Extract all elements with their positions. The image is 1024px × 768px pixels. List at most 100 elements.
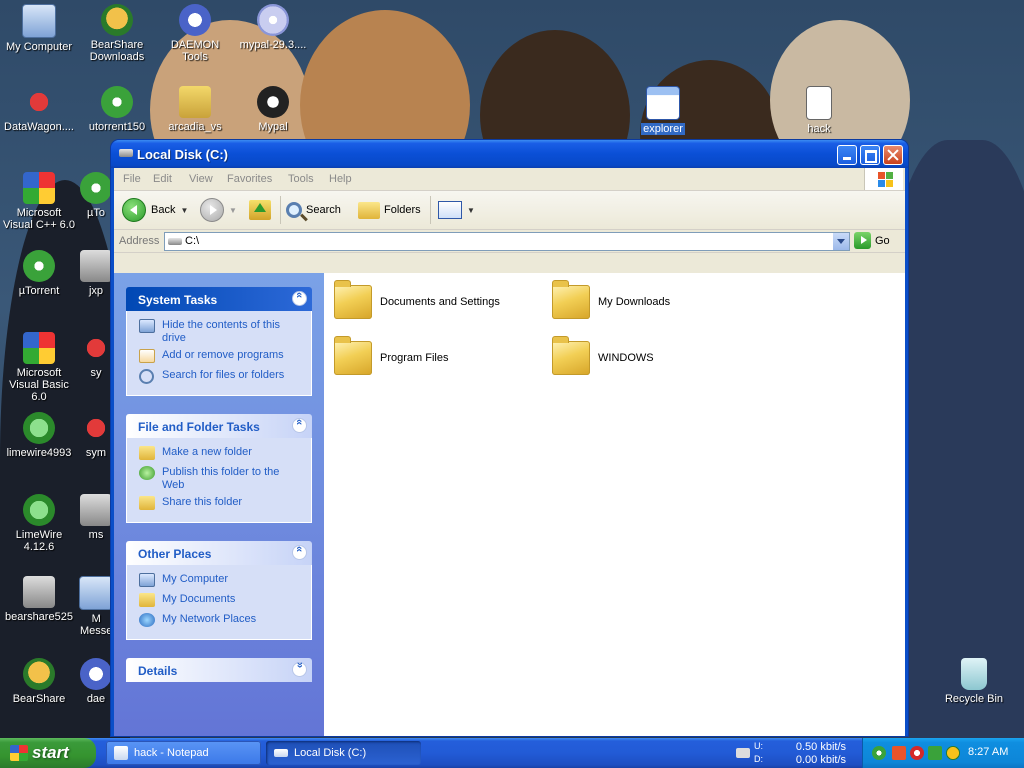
panel-title: Details <box>138 664 178 678</box>
desktop-icon-utorrent[interactable]: µTorrent <box>0 250 78 297</box>
place-my-computer[interactable]: My Computer <box>127 571 311 591</box>
desktop-icon-mypal-installer[interactable]: mypal-29.3.... <box>234 4 312 51</box>
desktop-icon-explorer[interactable]: explorer <box>624 86 702 135</box>
chevron-down-icon[interactable]: ▼ <box>467 206 475 215</box>
up-folder-button[interactable] <box>249 198 271 222</box>
desktop-icon-hack[interactable]: hack <box>780 86 858 135</box>
panel-body: Hide the contents of this drive Add or r… <box>126 311 312 396</box>
bearshare-icon <box>101 4 133 36</box>
task-share-folder[interactable]: Share this folder <box>127 494 311 514</box>
close-button[interactable] <box>883 145 903 165</box>
folder-icon <box>552 280 590 319</box>
desktop-icon-datawagon[interactable]: DataWagon.... <box>0 86 78 133</box>
bearshare-icon <box>23 658 55 690</box>
start-button[interactable]: start <box>0 738 96 768</box>
taskbar-button-local-disk[interactable]: Local Disk (C:) <box>266 741 421 765</box>
task-search-files[interactable]: Search for files or folders <box>127 367 311 387</box>
folders-button[interactable]: Folders <box>358 198 421 222</box>
utorrent-tray-icon[interactable] <box>872 746 886 760</box>
desktop-icon-my-computer[interactable]: My Computer <box>0 4 78 53</box>
up-folder-icon <box>249 200 271 220</box>
desktop-icon-sym-partial[interactable]: sym <box>78 412 114 459</box>
panel-title: System Tasks <box>138 293 218 307</box>
download-rate: 0.00 kbit/s <box>795 754 846 766</box>
desktop-icon-ms-partial[interactable]: ms <box>78 494 114 541</box>
desktop-icon-limewire[interactable]: LimeWire 4.12.6 <box>0 494 78 553</box>
menu-tools[interactable]: Tools <box>288 173 314 185</box>
folder-item[interactable]: WINDOWS <box>552 336 654 375</box>
search-button[interactable]: Search <box>286 198 341 222</box>
task-add-remove-programs[interactable]: Add or remove programs <box>127 347 311 367</box>
go-button[interactable]: Go <box>854 232 890 249</box>
desktop-icon-limewire4993[interactable]: limewire4993 <box>0 412 78 459</box>
views-button[interactable]: ▼ <box>438 198 475 222</box>
back-button[interactable]: Back ▼ <box>122 198 188 222</box>
desktop-icon-bearshare525[interactable]: bearshare525 <box>0 576 78 623</box>
desktop-icon-sy-partial[interactable]: sy <box>78 332 114 379</box>
go-label: Go <box>875 234 890 247</box>
collapse-chevron-icon[interactable] <box>292 545 307 560</box>
title-bar[interactable]: Local Disk (C:) <box>111 140 908 168</box>
address-input[interactable]: C:\ <box>164 232 850 251</box>
search-label: Search <box>306 204 341 216</box>
panel-body: Make a new folder Publish this folder to… <box>126 438 312 523</box>
desktop-icon-messenger-partial[interactable]: M Messe <box>78 576 114 637</box>
security-tray-icon[interactable] <box>910 746 924 760</box>
expand-chevron-icon[interactable] <box>292 662 307 677</box>
desktop-icon-utorrent-partial[interactable]: µTo <box>78 172 114 219</box>
desktop-icon-visual-cpp[interactable]: Microsoft Visual C++ 6.0 <box>0 172 78 231</box>
bearshare-tray-icon[interactable] <box>946 746 960 760</box>
chevron-down-icon[interactable]: ▼ <box>180 206 188 215</box>
minimize-button[interactable] <box>837 145 857 165</box>
place-my-documents[interactable]: My Documents <box>127 591 311 611</box>
menu-favorites[interactable]: Favorites <box>227 173 272 185</box>
desktop-icon-bearshare[interactable]: BearShare <box>0 658 78 705</box>
task-publish-folder-web[interactable]: Publish this folder to the Web <box>127 464 311 494</box>
details-header[interactable]: Details <box>126 658 312 682</box>
network-tray-icon[interactable] <box>928 746 942 760</box>
zip-folder-icon <box>179 86 211 118</box>
task-make-new-folder[interactable]: Make a new folder <box>127 444 311 464</box>
forward-button[interactable]: ▼ <box>200 198 237 222</box>
publish-web-icon <box>139 466 155 480</box>
folder-item[interactable]: Program Files <box>334 336 448 375</box>
folder-item[interactable]: Documents and Settings <box>334 280 500 319</box>
other-places-header[interactable]: Other Places <box>126 541 312 565</box>
maximize-button[interactable] <box>860 145 880 165</box>
collapse-chevron-icon[interactable] <box>292 291 307 306</box>
collapse-chevron-icon[interactable] <box>292 418 307 433</box>
share-folder-icon <box>139 496 155 510</box>
folder-name: Documents and Settings <box>380 296 500 308</box>
folder-item[interactable]: My Downloads <box>552 280 670 319</box>
task-hide-drive-contents[interactable]: Hide the contents of this drive <box>127 317 311 347</box>
system-tasks-header[interactable]: System Tasks <box>126 287 312 311</box>
desktop-icon-recycle-bin[interactable]: Recycle Bin <box>935 658 1013 705</box>
clock[interactable]: 8:27 AM <box>968 746 1008 758</box>
drive-icon <box>274 749 288 757</box>
notepad-icon <box>114 746 128 760</box>
place-my-network-places[interactable]: My Network Places <box>127 611 311 631</box>
desktop-icon-visual-basic[interactable]: Microsoft Visual Basic 6.0 <box>0 332 78 403</box>
menu-view[interactable]: View <box>189 173 213 185</box>
panel-body: My Computer My Documents My Network Plac… <box>126 565 312 640</box>
desktop-icon-jxp-partial[interactable]: jxp <box>78 250 114 297</box>
menu-help[interactable]: Help <box>329 173 352 185</box>
visual-cpp-icon <box>23 172 55 204</box>
menu-edit[interactable]: Edit <box>153 173 172 185</box>
chevron-down-icon[interactable]: ▼ <box>229 206 237 215</box>
desktop-icon-arcadia[interactable]: arcadia_vs <box>156 86 234 133</box>
desktop-icon-utorrent150[interactable]: utorrent150 <box>78 86 156 133</box>
menu-file[interactable]: File <box>123 173 141 185</box>
task-title: Local Disk (C:) <box>294 747 367 759</box>
forward-arrow-icon <box>200 198 224 222</box>
tray-app-icon[interactable] <box>892 746 906 760</box>
taskbar-button-notepad[interactable]: hack - Notepad <box>106 741 261 765</box>
desktop-icon-daemon-partial[interactable]: dae <box>78 658 114 705</box>
desktop-icon-bearshare-downloads[interactable]: BearShare Downloads <box>78 4 156 63</box>
file-folder-tasks-header[interactable]: File and Folder Tasks <box>126 414 312 438</box>
desktop-icon-daemon-tools[interactable]: DAEMON Tools <box>156 4 234 63</box>
address-dropdown-button[interactable] <box>833 233 849 250</box>
desktop-icon-mypal[interactable]: Mypal <box>234 86 312 133</box>
explorer-window[interactable]: Local Disk (C:) File Edit View Favorites… <box>111 140 908 736</box>
folders-label: Folders <box>384 204 421 216</box>
